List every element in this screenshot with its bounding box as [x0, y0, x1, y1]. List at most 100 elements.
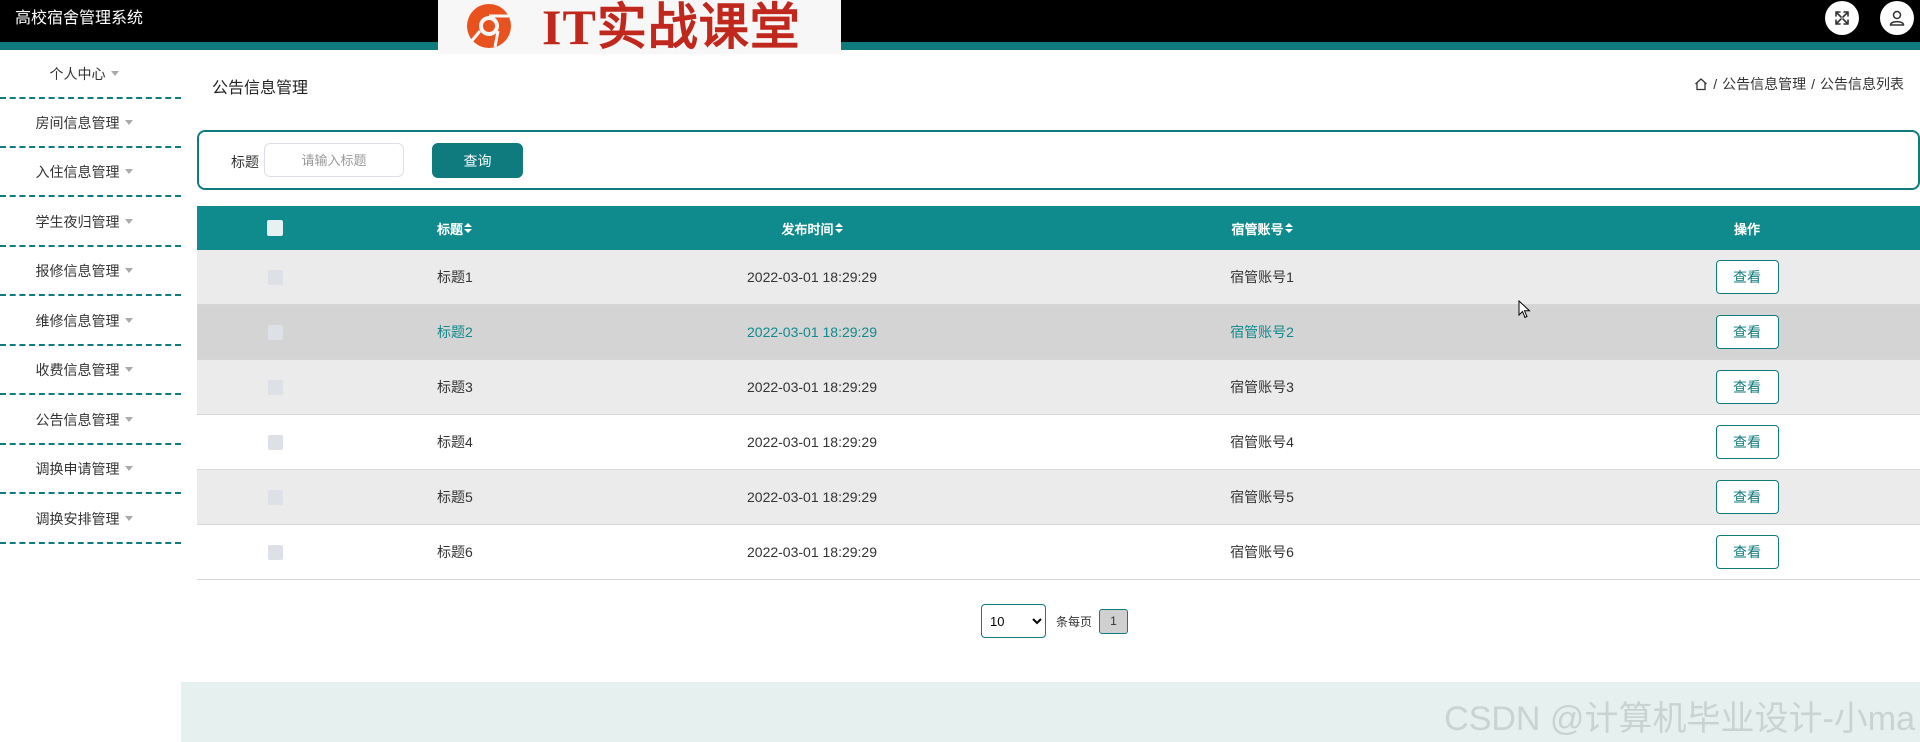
row-checkbox[interactable]: [267, 434, 283, 450]
table-row[interactable]: 标题6 2022-03-01 18:29:29 宿管账号6 查看: [197, 525, 1920, 580]
cell-title: 标题3: [437, 379, 473, 395]
table-row[interactable]: 标题5 2022-03-01 18:29:29 宿管账号5 查看: [197, 470, 1920, 525]
cell-account: 宿管账号5: [1230, 489, 1294, 505]
table-row[interactable]: 标题1 2022-03-01 18:29:29 宿管账号1 查看: [197, 250, 1920, 305]
table-row[interactable]: 标题4 2022-03-01 18:29:29 宿管账号4 查看: [197, 415, 1920, 470]
caret-down-icon: [124, 268, 133, 273]
sidebar-item-personal-center[interactable]: 个人中心: [0, 50, 181, 99]
divider: [0, 492, 181, 494]
column-header-time[interactable]: 发布时间: [687, 206, 937, 250]
row-checkbox[interactable]: [267, 324, 283, 340]
watermark-text: CSDN @计算机毕业设计-小ma: [1444, 700, 1915, 738]
announcement-table: 标题 发布时间 宿管账号 操作 标题1 2022-03-01 18:29:29 …: [197, 206, 1920, 580]
view-button[interactable]: 查看: [1715, 425, 1779, 459]
view-button[interactable]: 查看: [1715, 315, 1779, 349]
sidebar-item-repair-report[interactable]: 报修信息管理: [0, 247, 181, 296]
cell-time: 2022-03-01 18:29:29: [747, 379, 877, 395]
divider: [0, 542, 181, 544]
sidebar-item-label: 个人中心: [49, 66, 106, 82]
sidebar-item-label: 公告信息管理: [35, 412, 120, 428]
breadcrumb-item: 公告信息列表: [1820, 76, 1904, 92]
sort-icon: [464, 223, 473, 233]
breadcrumb-separator: /: [1713, 76, 1718, 92]
user-icon: [1889, 10, 1905, 26]
sidebar-item-label: 房间信息管理: [35, 115, 120, 131]
title-search-input[interactable]: [264, 143, 404, 177]
header-label: 发布时间: [781, 221, 834, 237]
row-checkbox[interactable]: [267, 379, 283, 395]
fullscreen-button[interactable]: [1825, 1, 1859, 35]
cell-account: 宿管账号6: [1230, 544, 1294, 560]
view-button[interactable]: 查看: [1715, 370, 1779, 404]
sidebar-item-label: 学生夜归管理: [35, 214, 120, 230]
sidebar-item-late-return[interactable]: 学生夜归管理: [0, 198, 181, 247]
sidebar: 个人中心 房间信息管理 入住信息管理 学生夜归管理 报修信息管理 维修信息管理 …: [0, 50, 181, 742]
sort-icon: [1284, 223, 1293, 233]
breadcrumb-separator: /: [1811, 76, 1815, 92]
caret-down-icon: [124, 169, 133, 174]
top-bar: 高校宿舍管理系统: [0, 0, 1920, 42]
sidebar-item-swap-requests[interactable]: 调换申请管理: [0, 445, 181, 494]
view-button[interactable]: 查看: [1715, 480, 1779, 514]
expand-icon: [1835, 11, 1849, 25]
cell-time: 2022-03-01 18:29:29: [747, 489, 877, 505]
sidebar-item-announcements[interactable]: 公告信息管理: [0, 396, 181, 445]
sidebar-item-room-info[interactable]: 房间信息管理: [0, 99, 181, 148]
column-header-title[interactable]: 标题: [437, 206, 473, 250]
sidebar-item-swap-arrangements[interactable]: 调换安排管理: [0, 495, 181, 544]
search-panel: 标题 查询: [197, 130, 1920, 190]
caret-down-icon: [124, 516, 133, 521]
sidebar-item-label: 调换安排管理: [35, 511, 120, 527]
header-label: 宿管账号: [1231, 221, 1284, 237]
breadcrumb: / 公告信息管理 / 公告信息列表: [1694, 74, 1904, 94]
footer-band: CSDN @计算机毕业设计-小ma: [181, 682, 1920, 742]
row-checkbox[interactable]: [267, 489, 283, 505]
caret-down-icon: [124, 417, 133, 422]
table-row[interactable]: 标题3 2022-03-01 18:29:29 宿管账号3 查看: [197, 360, 1920, 415]
table-row[interactable]: 标题2 2022-03-01 18:29:29 宿管账号2 查看: [197, 305, 1920, 360]
header-accent-stripe: [0, 42, 1920, 50]
per-page-label: 条每页: [1056, 614, 1093, 629]
search-button[interactable]: 查询: [432, 143, 523, 178]
page-number-button[interactable]: 1: [1099, 608, 1129, 634]
app-title: 高校宿舍管理系统: [15, 10, 144, 27]
breadcrumb-item[interactable]: 公告信息管理: [1722, 74, 1806, 94]
view-button[interactable]: 查看: [1715, 260, 1779, 294]
pagination: 10 条每页 1: [981, 604, 1129, 638]
cell-title: 标题5: [437, 489, 473, 505]
search-label: 标题: [231, 154, 259, 170]
logo-banner: IT实战课堂: [438, 0, 841, 54]
sidebar-item-label: 报修信息管理: [35, 263, 120, 279]
cell-title: 标题2: [437, 324, 473, 340]
view-button[interactable]: 查看: [1715, 535, 1779, 569]
row-checkbox[interactable]: [267, 544, 283, 560]
divider: [0, 393, 181, 395]
user-menu-button[interactable]: [1880, 1, 1914, 35]
home-icon[interactable]: [1694, 77, 1708, 91]
cell-account: 宿管账号3: [1230, 379, 1294, 395]
cell-time: 2022-03-01 18:29:29: [747, 269, 877, 285]
page-size-select[interactable]: 10: [981, 604, 1046, 638]
sidebar-item-label: 维修信息管理: [35, 313, 120, 329]
caret-down-icon: [110, 71, 119, 76]
sidebar-item-checkin-info[interactable]: 入住信息管理: [0, 148, 181, 197]
cell-account: 宿管账号2: [1230, 324, 1294, 340]
cell-time: 2022-03-01 18:29:29: [747, 324, 877, 340]
row-checkbox[interactable]: [267, 269, 283, 285]
sidebar-item-maintenance[interactable]: 维修信息管理: [0, 297, 181, 346]
column-header-account[interactable]: 宿管账号: [1197, 206, 1327, 250]
cell-time: 2022-03-01 18:29:29: [747, 434, 877, 450]
logo-text: IT实战课堂: [542, 0, 801, 55]
caret-down-icon: [124, 367, 133, 372]
sort-icon: [834, 223, 843, 233]
main-content: 公告信息管理 / 公告信息管理 / 公告信息列表 标题 查询 标题 发布时间 宿…: [181, 50, 1920, 742]
divider: [0, 294, 181, 296]
mouse-cursor-icon: [1518, 300, 1531, 319]
column-header-actions: 操作: [1707, 206, 1787, 250]
select-all-checkbox[interactable]: [267, 220, 283, 236]
cell-time: 2022-03-01 18:29:29: [747, 544, 877, 560]
sidebar-item-label: 入住信息管理: [35, 164, 120, 180]
page-title: 公告信息管理: [212, 80, 309, 97]
cell-account: 宿管账号1: [1230, 269, 1294, 285]
sidebar-item-fees[interactable]: 收费信息管理: [0, 346, 181, 395]
